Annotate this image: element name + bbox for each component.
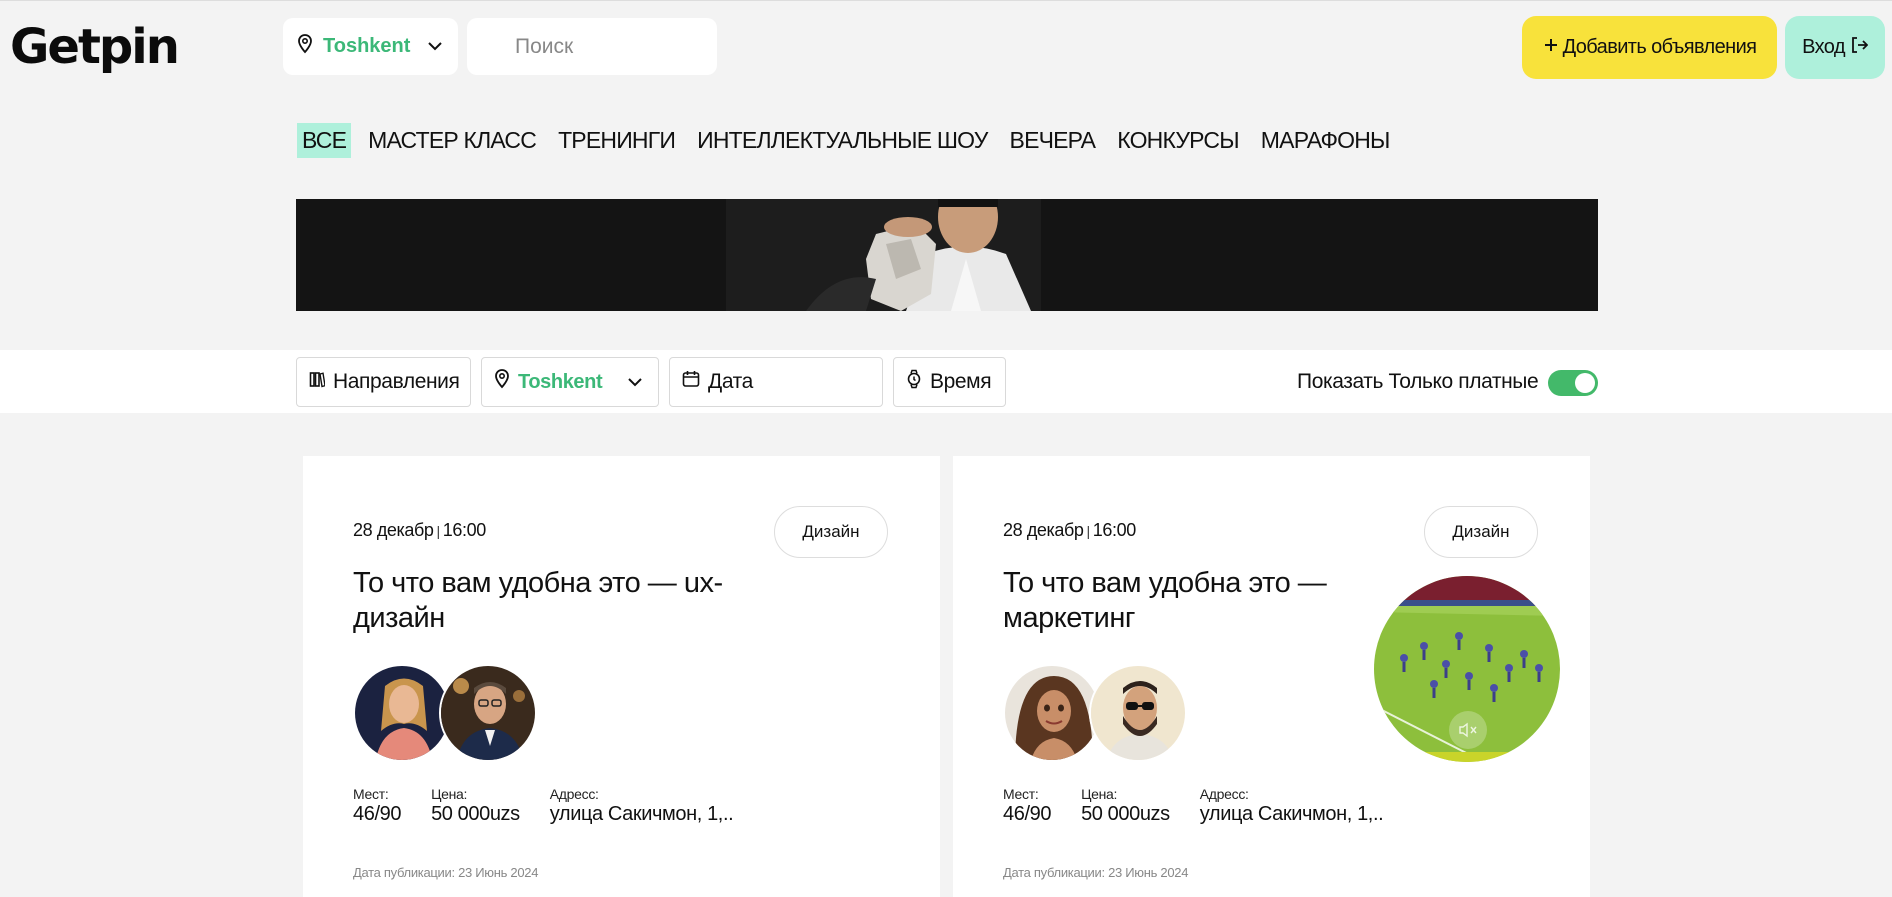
promo-banner[interactable] [296,199,1598,311]
event-time: 16:00 [442,520,486,540]
event-time: 16:00 [1092,520,1136,540]
address-label: Адресс: [549,786,599,802]
header: Getpin Toshkent Добавить объявления Вход [0,0,1892,92]
separator: | [436,523,441,539]
avatar[interactable] [439,664,537,762]
separator: | [1086,523,1091,539]
search-box[interactable] [467,18,717,75]
publish-date: Дата публикации: 23 Июнь 2024 [1003,865,1189,880]
filter-bar: Направления Toshkent Дата Время Показать… [0,350,1892,413]
city-filter[interactable]: Toshkent [481,357,659,407]
address-stat: Адресс: улица Сакичмон, 1,.. [550,786,734,826]
chevron-down-icon [428,42,442,51]
city-filter-value: Toshkent [518,370,603,393]
plus-icon [1543,36,1559,59]
directions-filter[interactable]: Направления [296,357,471,407]
add-listing-button[interactable]: Добавить объявления [1522,16,1777,79]
event-card[interactable]: 28 декабр | 16:00 Дизайн То что вам удобна… [953,456,1590,897]
banner-image [806,199,1031,311]
chevron-down-icon [628,377,642,387]
category-contests[interactable]: КОНКУРСЫ [1112,123,1244,158]
price-label: Цена: [431,786,468,802]
books-icon [309,370,326,394]
event-datetime: 28 декабр | 16:00 [353,520,486,541]
location-pin-icon [297,34,313,59]
category-master-class[interactable]: МАСТЕР КЛАСС [363,123,541,158]
time-label: Время [930,370,992,393]
seats-value: 46/90 [353,803,402,825]
address-value: улица Сакичмон, 1,.. [1199,803,1384,825]
login-icon [1850,36,1869,60]
toggle-knob [1575,373,1595,393]
publish-date: Дата публикации: 23 Июнь 2024 [353,865,539,880]
price-value: 50 000uzs [431,803,520,825]
event-stats: Мест: 46/90 Цена: 50 000uzs Адресс: улиц… [353,786,763,826]
speakers [353,664,553,762]
price-stat: Цена: 50 000uzs [1081,786,1170,826]
category-intellectual-shows[interactable]: ИНТЕЛЛЕКТУАЛЬНЫЕ ШОУ [692,123,992,158]
speakers [1003,664,1203,762]
seats-stat: Мест: 46/90 [353,786,401,826]
time-filter[interactable]: Время [893,357,1006,407]
address-value: улица Сакичмон, 1,.. [549,803,734,825]
avatar[interactable] [1003,664,1101,762]
category-tag[interactable]: Дизайн [1424,506,1538,558]
category-evenings[interactable]: ВЕЧЕРА [1005,123,1101,158]
price-value: 50 000uzs [1081,803,1170,825]
date-label: Дата [708,370,753,393]
price-stat: Цена: 50 000uzs [431,786,520,826]
login-label: Вход [1802,36,1845,58]
address-label: Адресс: [1199,786,1249,802]
event-date: 28 декабр [1003,520,1084,540]
event-stats: Мест: 46/90 Цена: 50 000uzs Адресс: улиц… [1003,786,1413,826]
seats-label: Мест: [1003,786,1039,802]
category-marathons[interactable]: МАРАФОНЫ [1256,123,1395,158]
event-datetime: 28 декабр | 16:00 [1003,520,1136,541]
avatar[interactable] [353,664,451,762]
category-nav: ВСЕ МАСТЕР КЛАСС ТРЕНИНГИ ИНТЕЛЛЕКТУАЛЬН… [297,123,1407,158]
avatar[interactable] [1089,664,1187,762]
watch-icon [906,369,922,395]
paid-only-label: Показать Только платные [1297,370,1539,393]
mute-icon[interactable] [1449,711,1487,749]
search-input[interactable] [515,34,695,59]
event-title[interactable]: То что вам удобна это — маркетинг [1003,566,1383,636]
date-filter[interactable]: Дата [669,357,883,407]
calendar-icon [682,370,700,394]
video-preview[interactable] [1374,576,1560,762]
category-trainings[interactable]: ТРЕНИНГИ [553,123,680,158]
event-date: 28 декабр [353,520,434,540]
paid-only-toggle[interactable] [1548,370,1598,396]
event-card[interactable]: 28 декабр | 16:00 Дизайн То что вам удобна… [303,456,940,897]
seats-value: 46/90 [1003,803,1052,825]
price-label: Цена: [1081,786,1118,802]
location-pin-icon [494,369,510,395]
directions-label: Направления [333,370,460,393]
seats-stat: Мест: 46/90 [1003,786,1051,826]
city-select-value: Toshkent [323,35,411,57]
seats-label: Мест: [353,786,389,802]
category-all[interactable]: ВСЕ [297,123,352,158]
event-title[interactable]: То что вам удобна это — ux-дизайн [353,566,733,636]
address-stat: Адресс: улица Сакичмон, 1,.. [1200,786,1384,826]
category-tag[interactable]: Дизайн [774,506,888,558]
login-button[interactable]: Вход [1785,16,1885,79]
city-select[interactable]: Toshkent [283,18,458,75]
add-listing-label: Добавить объявления [1562,36,1757,58]
logo[interactable]: Getpin [10,19,180,75]
